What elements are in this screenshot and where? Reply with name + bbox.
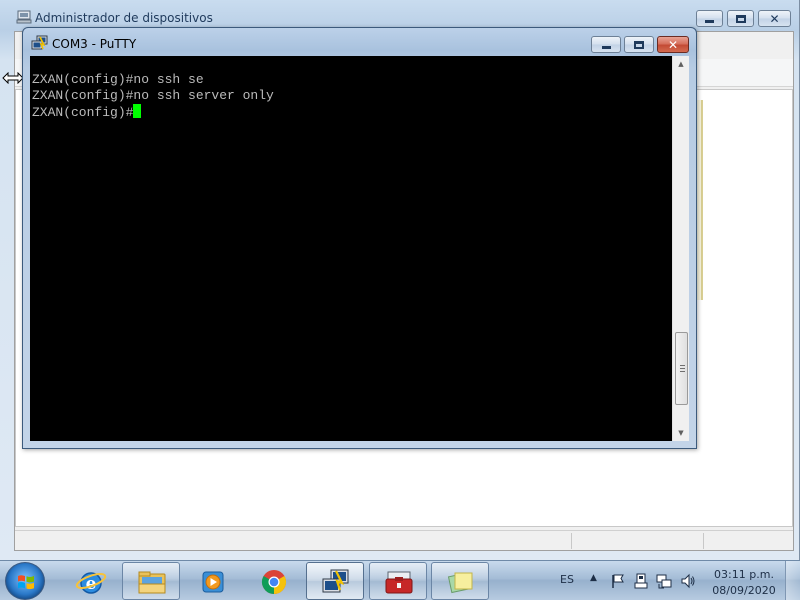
taskbar-media-player[interactable] bbox=[183, 562, 241, 600]
taskbar-windows-explorer[interactable] bbox=[122, 562, 180, 600]
terminal-prompt: ZXAN(config)# bbox=[32, 105, 134, 120]
device-manager-icon bbox=[16, 10, 32, 24]
taskbar-internet-explorer[interactable]: e bbox=[61, 562, 119, 600]
taskbar-chrome[interactable] bbox=[244, 562, 302, 600]
putty-close-button[interactable]: ✕ bbox=[657, 36, 689, 53]
usb-device-icon[interactable] bbox=[633, 573, 649, 589]
clock-date[interactable]: 08/09/2020 bbox=[711, 584, 777, 597]
device-manager-title: Administrador de dispositivos bbox=[35, 11, 213, 25]
close-icon: ✕ bbox=[667, 37, 679, 52]
terminal-line: ZXAN(config)#no ssh server only bbox=[32, 88, 274, 103]
volume-icon[interactable] bbox=[680, 573, 696, 589]
taskbar: e ES ▲ 03:11 p.m. 08/09/2020 bbox=[0, 560, 800, 600]
scroll-up-arrow-icon[interactable]: ▲ bbox=[673, 56, 689, 72]
device-manager-statusbar bbox=[15, 530, 793, 550]
device-manager-minimize-button[interactable] bbox=[696, 10, 723, 27]
grip-line bbox=[680, 371, 685, 372]
device-manager-titlebar[interactable]: Administrador de dispositivos ✕ bbox=[0, 0, 800, 30]
toolbox-icon bbox=[385, 571, 413, 594]
close-icon: ✕ bbox=[769, 11, 780, 26]
clock-time[interactable]: 03:11 p.m. bbox=[713, 568, 775, 581]
sticky-notes-icon bbox=[447, 572, 473, 594]
show-hidden-icons-button[interactable]: ▲ bbox=[590, 573, 597, 583]
putty-icon bbox=[322, 569, 349, 593]
grip-line bbox=[680, 368, 685, 369]
start-button[interactable] bbox=[5, 562, 45, 600]
putty-title: COM3 - PuTTY bbox=[52, 37, 137, 51]
internet-explorer-icon: e bbox=[75, 572, 107, 594]
terminal-prompt-line: ZXAN(config)# bbox=[32, 104, 142, 120]
status-separator bbox=[703, 533, 704, 549]
putty-icon bbox=[31, 35, 48, 50]
resize-cursor-icon bbox=[2, 72, 24, 84]
language-indicator[interactable]: ES bbox=[560, 573, 574, 586]
maximize-icon bbox=[735, 14, 746, 23]
chrome-icon bbox=[261, 570, 287, 594]
scrollbar-thumb[interactable] bbox=[675, 332, 688, 405]
folder-icon bbox=[138, 571, 166, 594]
device-manager-maximize-button[interactable] bbox=[727, 10, 754, 27]
putty-window[interactable]: COM3 - PuTTY ✕ ZXAN(config)#no ssh se ZX… bbox=[22, 27, 697, 449]
putty-maximize-button[interactable] bbox=[624, 36, 654, 53]
system-tray: ES ▲ 03:11 p.m. 08/09/2020 bbox=[548, 561, 800, 600]
minimize-icon bbox=[705, 20, 714, 23]
minimize-icon bbox=[601, 46, 611, 49]
status-separator bbox=[571, 533, 572, 549]
device-manager-close-button[interactable]: ✕ bbox=[758, 10, 791, 27]
taskbar-control-panel[interactable] bbox=[369, 562, 427, 600]
grip-line bbox=[680, 365, 685, 366]
windows-logo-icon bbox=[18, 575, 34, 590]
show-desktop-button[interactable] bbox=[785, 561, 800, 600]
putty-minimize-button[interactable] bbox=[591, 36, 621, 53]
network-icon[interactable] bbox=[656, 573, 672, 589]
terminal-cursor bbox=[133, 104, 142, 118]
terminal-scrollbar[interactable]: ▲ ▼ bbox=[672, 56, 689, 441]
maximize-icon bbox=[634, 40, 644, 49]
scroll-down-arrow-icon[interactable]: ▼ bbox=[673, 425, 689, 441]
flag-icon[interactable] bbox=[610, 573, 626, 589]
terminal-screen[interactable]: ZXAN(config)#no ssh se ZXAN(config)#no s… bbox=[30, 56, 672, 441]
taskbar-sticky-notes[interactable] bbox=[431, 562, 489, 600]
media-player-icon bbox=[202, 571, 224, 593]
taskbar-putty[interactable] bbox=[306, 562, 364, 600]
terminal-line: ZXAN(config)#no ssh se bbox=[32, 72, 204, 87]
